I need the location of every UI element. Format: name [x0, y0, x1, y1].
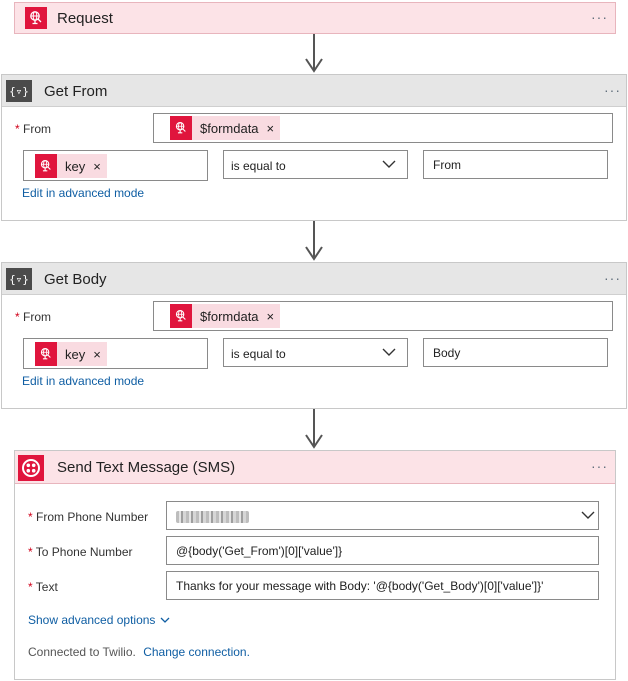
chevron-down-icon [382, 160, 396, 168]
edit-advanced-link[interactable]: Edit in advanced mode [22, 374, 144, 388]
blurred-phone-number [176, 511, 249, 523]
operator-select[interactable]: is equal to [223, 150, 408, 179]
change-connection-link[interactable]: Change connection. [143, 645, 250, 659]
operator-value: is equal to [231, 347, 286, 361]
globe-icon [25, 7, 47, 29]
chevron-down-icon [382, 348, 396, 356]
from-input[interactable]: $formdata × [153, 113, 613, 143]
text-label: * Text [28, 580, 58, 594]
token-remove-icon[interactable]: × [267, 309, 281, 324]
operator-select[interactable]: is equal to [223, 338, 408, 367]
variable-braces-icon: {▿} [6, 80, 32, 102]
token-remove-icon[interactable]: × [93, 159, 107, 174]
token-remove-icon[interactable]: × [93, 347, 107, 362]
key-input[interactable]: key × [23, 150, 208, 181]
value-input[interactable]: Body [423, 338, 608, 367]
twilio-icon [18, 455, 44, 481]
token-label: $formdata [200, 120, 259, 136]
key-token[interactable]: key × [35, 154, 107, 178]
from-label: * From [15, 310, 52, 324]
text-input[interactable]: Thanks for your message with Body: '@{bo… [166, 571, 599, 600]
to-phone-input[interactable]: @{body('Get_From')[0]['value']} [166, 536, 599, 565]
arrow-head-icon [305, 246, 323, 261]
variable-braces-icon: {▿} [6, 268, 32, 290]
get-from-title: Get From [44, 83, 108, 100]
token-remove-icon[interactable]: × [267, 121, 281, 136]
value-text: Body [433, 346, 461, 360]
show-advanced-toggle[interactable]: Show advanced options [28, 613, 170, 627]
globe-icon [35, 154, 57, 178]
value-text: From [433, 158, 461, 172]
arrow-head-icon [305, 58, 323, 73]
send-sms-menu-icon[interactable]: ··· [591, 458, 608, 474]
get-body-menu-icon[interactable]: ··· [604, 270, 621, 286]
formdata-token[interactable]: $formdata × [170, 304, 281, 328]
key-input[interactable]: key × [23, 338, 208, 369]
get-from-card: {▿} Get From ··· * From $formdata × key … [1, 74, 627, 221]
edit-advanced-link[interactable]: Edit in advanced mode [22, 186, 144, 200]
from-input[interactable]: $formdata × [153, 301, 613, 331]
token-label: key [65, 158, 86, 174]
send-sms-header[interactable]: Send Text Message (SMS) ··· [15, 451, 615, 484]
from-label: * From [15, 122, 52, 136]
get-body-header[interactable]: {▿} Get Body ··· [2, 263, 626, 295]
chevron-down-icon [160, 617, 170, 623]
text-value: Thanks for your message with Body: '@{bo… [176, 579, 544, 593]
token-label: $formdata [200, 308, 259, 324]
key-token[interactable]: key × [35, 342, 107, 366]
request-card[interactable]: Request ··· [14, 2, 616, 34]
to-phone-label: * To Phone Number [28, 545, 133, 559]
formdata-token[interactable]: $formdata × [170, 116, 281, 140]
connected-text: Connected to Twilio. [28, 645, 136, 659]
get-from-header[interactable]: {▿} Get From ··· [2, 75, 626, 107]
request-header[interactable]: Request ··· [15, 3, 615, 33]
request-menu-icon[interactable]: ··· [591, 9, 608, 25]
globe-icon [35, 342, 57, 366]
get-body-card: {▿} Get Body ··· * From $formdata × key … [1, 262, 627, 409]
send-sms-title: Send Text Message (SMS) [57, 459, 236, 476]
from-phone-select[interactable] [166, 501, 599, 530]
show-advanced-label[interactable]: Show advanced options [28, 613, 155, 627]
request-title: Request [57, 10, 113, 27]
get-body-title: Get Body [44, 271, 107, 288]
chevron-down-icon [581, 511, 595, 519]
value-input[interactable]: From [423, 150, 608, 179]
globe-icon [170, 116, 192, 140]
token-label: key [65, 346, 86, 362]
connection-info: Connected to Twilio. Change connection. [28, 645, 250, 659]
send-sms-card: Send Text Message (SMS) ··· * From Phone… [14, 450, 616, 680]
get-from-menu-icon[interactable]: ··· [604, 82, 621, 98]
to-phone-value: @{body('Get_From')[0]['value']} [176, 544, 343, 558]
globe-icon [170, 304, 192, 328]
operator-value: is equal to [231, 159, 286, 173]
arrow-head-icon [305, 434, 323, 449]
from-phone-label: * From Phone Number [28, 510, 149, 524]
